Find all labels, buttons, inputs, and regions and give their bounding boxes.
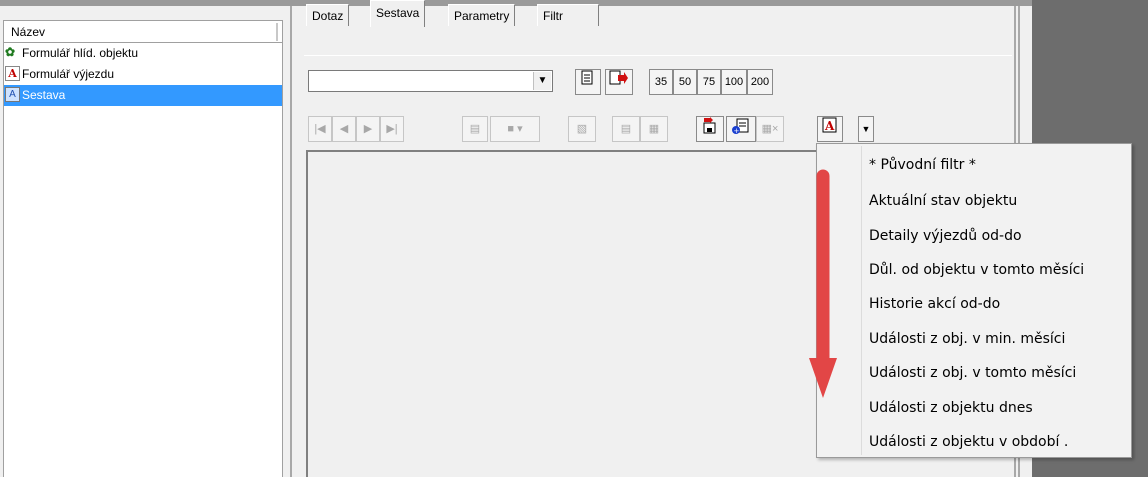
first-page-icon[interactable]: |◀ [308, 116, 332, 142]
chevron-down-icon[interactable]: ▼ [533, 72, 551, 90]
tab-parametry[interactable]: Parametry [448, 4, 516, 26]
zoom-50-button[interactable]: 50 [673, 69, 697, 95]
tab-baseline [304, 55, 1012, 56]
menu-item-udalosti-v-obdobi[interactable]: Události z objektu v období . [869, 434, 1068, 454]
tab-filtr[interactable]: Filtr [537, 4, 599, 26]
list-item-label: Formulář výjezdu [22, 67, 115, 81]
last-page-icon[interactable]: ▶| [380, 116, 404, 142]
previous-page-icon[interactable]: ◀ [332, 116, 356, 142]
splitter[interactable] [290, 6, 292, 477]
pdf-form-icon: A [5, 66, 20, 81]
menu-item-dul-od-objektu[interactable]: Důl. od objektu v tomto měsíci [869, 262, 1084, 282]
report-icon: A [5, 87, 20, 102]
window-top-border [0, 0, 1032, 6]
list-item-label: Formulář hlíd. objektu [22, 46, 139, 60]
export-document-button[interactable] [605, 69, 633, 95]
tab-sestava[interactable]: Sestava [370, 0, 426, 27]
zoom-35-button[interactable]: 35 [649, 69, 673, 95]
menu-item-puvodni-filtr[interactable]: * Původní filtr * [869, 157, 976, 177]
menu-item-detaily-vyjezdu[interactable]: Detaily výjezdů od-do [869, 228, 1022, 248]
tab-dotaz[interactable]: Dotaz [306, 4, 350, 26]
copy-report-icon[interactable]: ▤ [612, 116, 640, 142]
zoom-75-button[interactable]: 75 [697, 69, 721, 95]
list-item-formular-vyjezdu[interactable]: A Formulář výjezdu [4, 64, 282, 85]
menu-item-udalosti-tomto-mesici[interactable]: Události z obj. v tomto měsíci [869, 365, 1076, 385]
new-report-icon: + [732, 118, 749, 135]
delete-report-icon[interactable]: ▦× [756, 116, 784, 142]
next-page-icon[interactable]: ▶ [356, 116, 380, 142]
list-item-sestava[interactable]: A Sestava [4, 85, 282, 106]
list-item-formular-hlid-objektu[interactable]: ✿ Formulář hlíd. objektu [4, 43, 282, 64]
new-report-button[interactable]: + [726, 116, 756, 142]
save-report-button[interactable] [696, 116, 724, 142]
tree-icon: ✿ [5, 45, 16, 59]
report-design-icon[interactable]: ▧ [568, 116, 596, 142]
menu-item-udalosti-min-mesici[interactable]: Události z obj. v min. měsíci [869, 331, 1065, 351]
filter-dropdown-menu: * Původní filtr * Aktuální stav objektu … [816, 143, 1132, 458]
report-select-combo[interactable]: ▼ [308, 70, 553, 92]
menu-item-udalosti-dnes[interactable]: Události z objektu dnes [869, 400, 1033, 420]
list-item-label: Sestava [22, 88, 66, 102]
print-icon[interactable]: ▤ [462, 116, 488, 142]
svg-text:A: A [824, 119, 835, 133]
list-header-name[interactable]: Název [4, 21, 282, 43]
svg-text:+: + [734, 127, 740, 135]
document-icon [581, 70, 593, 85]
zoom-200-button[interactable]: 200 [747, 69, 773, 95]
pdf-report-button[interactable]: A [817, 116, 843, 142]
menu-item-historie-akci[interactable]: Historie akcí od-do [869, 296, 1000, 316]
menu-item-aktualni-stav-objektu[interactable]: Aktuální stav objektu [869, 193, 1017, 213]
edit-report-icon[interactable]: ▦ [640, 116, 668, 142]
open-document-button[interactable] [575, 69, 601, 95]
zoom-100-button[interactable]: 100 [721, 69, 747, 95]
menu-icon-gutter [861, 146, 862, 455]
export-icon [609, 70, 628, 85]
annotation-arrow-icon [809, 169, 837, 398]
save-icon [703, 117, 716, 134]
pdf-icon: A [822, 117, 837, 133]
page-format-dropdown[interactable]: ■ ▾ [490, 116, 540, 142]
report-list-panel: Název ✿ Formulář hlíd. objektu A Formulá… [3, 20, 283, 477]
chevron-down-icon[interactable]: ▼ [858, 116, 874, 142]
